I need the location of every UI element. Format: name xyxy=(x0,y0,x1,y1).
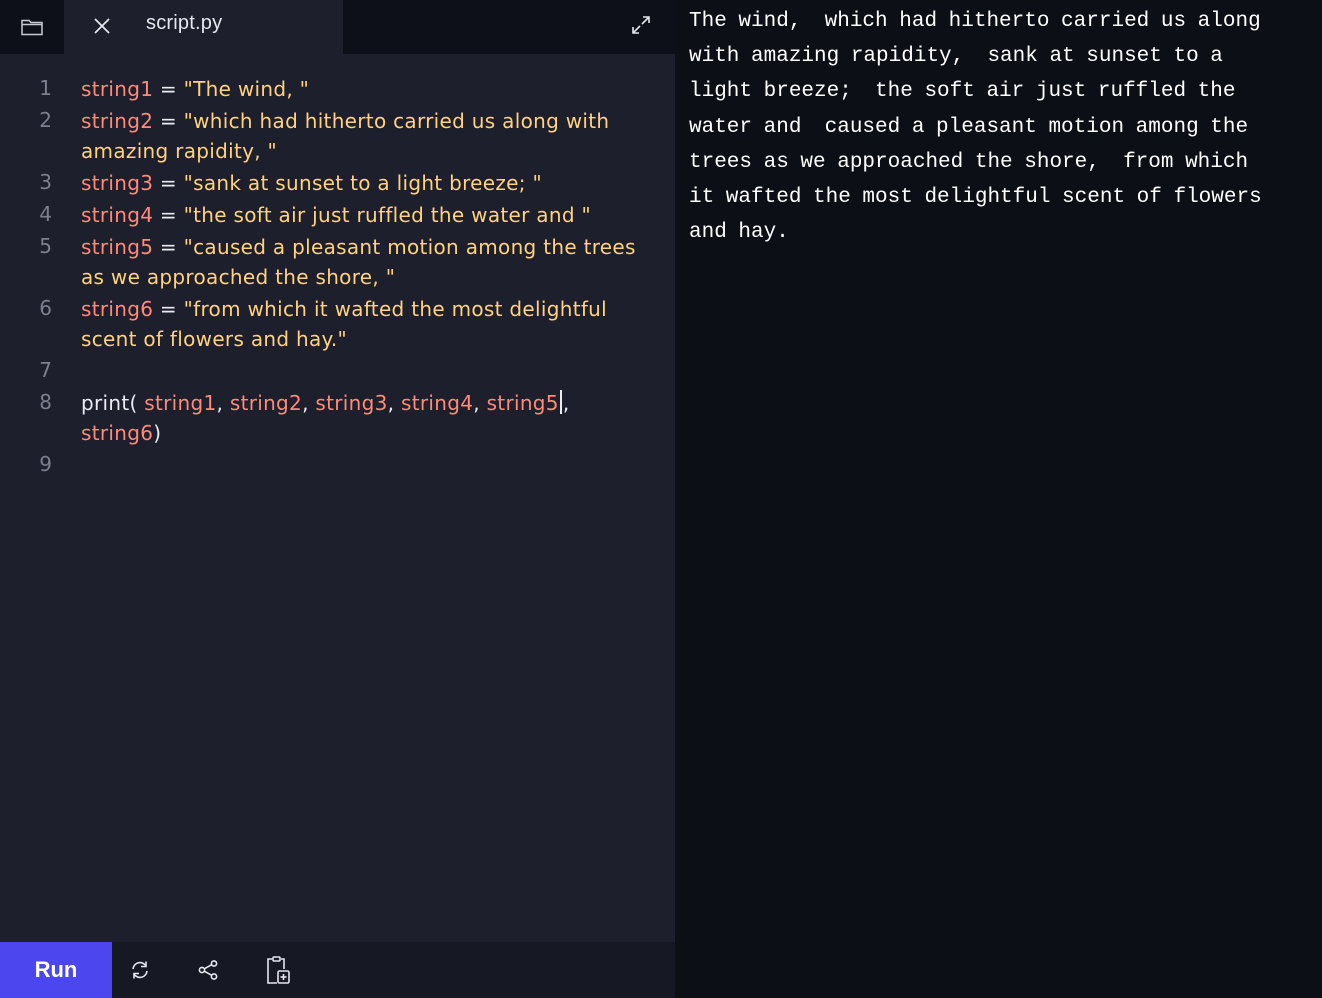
code-token: = xyxy=(153,297,184,321)
output-console: The wind, which had hitherto carried us … xyxy=(675,0,1322,998)
code-token: , xyxy=(216,391,230,415)
code-variable: string6 xyxy=(81,297,154,321)
code-line[interactable]: 9 xyxy=(0,448,675,480)
refresh-icon xyxy=(132,961,148,979)
line-content: print( string1, string2, string3, string… xyxy=(81,386,641,448)
code-line[interactable]: 6 string6 = "from which it wafted the mos… xyxy=(0,292,675,354)
code-line[interactable]: 8 print( string1, string2, string3, strin… xyxy=(0,386,675,448)
line-number: 4 xyxy=(39,202,52,226)
code-variable: string3 xyxy=(315,391,388,415)
code-variable: string1 xyxy=(81,77,154,101)
line-number: 9 xyxy=(39,452,52,476)
line-number: 1 xyxy=(39,76,52,100)
code-token: , xyxy=(302,391,316,415)
code-variable: string4 xyxy=(401,391,474,415)
line-number: 5 xyxy=(39,234,52,258)
line-content: string5 = "caused a pleasant motion amon… xyxy=(81,230,641,292)
code-string: "sank at sunset to a light breeze; " xyxy=(183,171,542,195)
code-variable: string3 xyxy=(81,171,154,195)
run-button[interactable]: Run xyxy=(0,942,112,998)
code-line[interactable]: 1 string1 = "The wind, " xyxy=(0,72,675,104)
code-token: , xyxy=(387,391,401,415)
code-variable: string5 xyxy=(81,235,154,259)
folder-icon xyxy=(21,19,43,36)
code-token: , xyxy=(473,391,487,415)
folder-button[interactable] xyxy=(0,0,64,54)
code-token: print( xyxy=(81,391,145,415)
close-icon xyxy=(94,18,110,34)
code-line[interactable]: 2 string2 = "which had hitherto carried u… xyxy=(0,104,675,166)
code-variable: string4 xyxy=(81,203,154,227)
clipboard-add-icon xyxy=(267,956,290,984)
code-token: = xyxy=(153,235,184,259)
clipboard-button[interactable] xyxy=(258,950,298,990)
line-number: 3 xyxy=(39,170,52,194)
code-token: = xyxy=(153,77,184,101)
code-token: = xyxy=(153,109,184,133)
text-cursor xyxy=(559,390,562,414)
code-line[interactable]: 4 string4 = "the soft air just ruffled th… xyxy=(0,198,675,230)
code-line[interactable]: 3 string3 = "sank at sunset to a light br… xyxy=(0,166,675,198)
line-content xyxy=(81,354,641,386)
expand-icon xyxy=(632,16,650,34)
line-content: string3 = "sank at sunset to a light bre… xyxy=(81,166,641,198)
app-window: script.py 1 string1 = "The wind, " 2 string… xyxy=(0,0,1322,998)
code-line[interactable]: 5 string5 = "caused a pleasant motion amo… xyxy=(0,230,675,292)
file-tab[interactable]: script.py xyxy=(64,0,343,54)
line-number: 6 xyxy=(39,296,52,320)
code-token: = xyxy=(153,171,184,195)
code-variable: string5 xyxy=(486,391,559,415)
line-content: string1 = "The wind, " xyxy=(81,72,641,104)
code-token: = xyxy=(153,203,184,227)
tab-filename: script.py xyxy=(146,12,223,34)
code-line[interactable]: 7 xyxy=(0,354,675,386)
line-content: string6 = "from which it wafted the most… xyxy=(81,292,641,354)
editor-tab-bar: script.py xyxy=(0,0,675,54)
refresh-button[interactable] xyxy=(120,950,160,990)
line-number: 8 xyxy=(39,390,52,414)
line-number: 7 xyxy=(39,358,52,382)
bottom-toolbar: Run xyxy=(0,942,675,998)
code-token: ) xyxy=(153,421,162,445)
code-variable: string2 xyxy=(229,391,303,415)
code-variable: string2 xyxy=(81,109,154,133)
code-variable: string1 xyxy=(144,391,217,415)
code-token: , xyxy=(562,391,577,415)
code-variable: string6 xyxy=(81,421,154,445)
code-string: "The wind, " xyxy=(183,77,310,101)
close-tab-button[interactable] xyxy=(82,6,122,46)
share-icon xyxy=(198,960,218,980)
line-number: 2 xyxy=(39,108,52,132)
code-string: "the soft air just ruffled the water and… xyxy=(183,203,591,227)
expand-button[interactable] xyxy=(620,4,662,46)
line-content xyxy=(81,448,641,480)
line-content: string4 = "the soft air just ruffled the… xyxy=(81,198,641,230)
code-area[interactable]: 1 string1 = "The wind, " 2 string2 = "which… xyxy=(0,72,675,480)
line-content: string2 = "which had hitherto carried us… xyxy=(81,104,641,166)
share-button[interactable] xyxy=(188,950,228,990)
console-output-text: The wind, which had hitherto carried us … xyxy=(689,10,1262,245)
code-editor-panel: script.py 1 string1 = "The wind, " 2 string… xyxy=(0,0,675,998)
